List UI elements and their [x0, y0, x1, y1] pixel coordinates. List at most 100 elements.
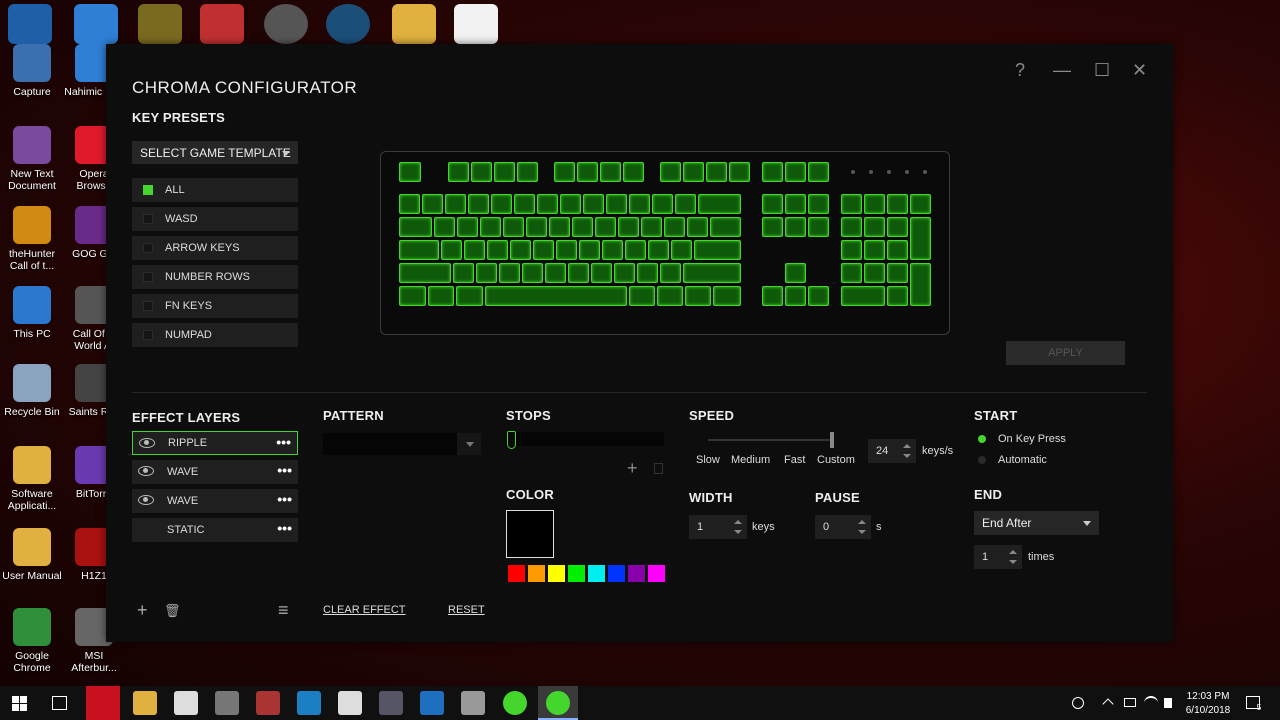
decrement-icon[interactable]	[903, 454, 911, 458]
keyboard-key[interactable]	[864, 240, 885, 260]
keyboard-key[interactable]	[399, 194, 420, 214]
increment-icon[interactable]	[1009, 550, 1017, 554]
apply-button[interactable]: APPLY	[1006, 341, 1125, 365]
keyboard-key[interactable]	[841, 217, 862, 237]
color-swatch[interactable]	[508, 565, 525, 582]
preset-checkbox[interactable]	[143, 301, 153, 311]
color-swatch[interactable]	[548, 565, 565, 582]
keyboard-key[interactable]	[841, 263, 862, 283]
keyboard-key[interactable]	[841, 240, 862, 260]
wifi-icon[interactable]	[1144, 696, 1158, 710]
keyboard-key[interactable]	[456, 286, 483, 306]
pause-input[interactable]: 0	[815, 515, 871, 539]
reset-link[interactable]: RESET	[448, 604, 485, 616]
keyboard-key[interactable]	[491, 194, 512, 214]
desktop-icon[interactable]: Capture	[0, 44, 64, 98]
keyboard-key[interactable]	[591, 263, 612, 283]
speed-option[interactable]: Custom	[817, 454, 855, 466]
keyboard-key[interactable]	[583, 194, 604, 214]
keyboard-key[interactable]	[545, 263, 566, 283]
delete-stop-icon[interactable]	[654, 463, 663, 474]
start-option-label[interactable]: Automatic	[998, 454, 1047, 466]
keyboard-key[interactable]	[510, 240, 531, 260]
keyboard-key[interactable]	[887, 217, 908, 237]
keyboard-key[interactable]	[522, 263, 543, 283]
desktop-icon[interactable]: Software Applicati...	[0, 446, 64, 512]
stop-handle[interactable]	[507, 431, 516, 449]
eye-icon[interactable]	[138, 495, 154, 505]
effect-layer-item[interactable]: WAVE •••	[132, 460, 298, 484]
keyboard-key[interactable]	[537, 194, 558, 214]
keyboard-key[interactable]	[698, 194, 741, 214]
width-input[interactable]: 1	[689, 515, 747, 539]
keyboard-key[interactable]	[864, 263, 885, 283]
desktop-icon-top-5[interactable]	[264, 4, 308, 44]
speed-slider-handle[interactable]	[830, 432, 834, 448]
keyboard-key[interactable]	[468, 194, 489, 214]
people-icon[interactable]	[1072, 697, 1084, 709]
game-template-dropdown[interactable]: SELECT GAME TEMPLATE	[132, 141, 298, 164]
keyboard-key[interactable]	[457, 217, 478, 237]
clear-effect-link[interactable]: CLEAR EFFECT	[323, 604, 406, 616]
help-button[interactable]: ?	[1015, 60, 1025, 81]
preset-checkbox[interactable]	[143, 243, 153, 253]
keyboard-key[interactable]	[577, 162, 598, 182]
keyboard-key[interactable]	[785, 162, 806, 182]
keyboard-key[interactable]	[694, 240, 741, 260]
keyboard-key[interactable]	[762, 217, 783, 237]
keyboard-key[interactable]	[526, 217, 547, 237]
desktop-icon[interactable]: Google Chrome	[0, 608, 64, 674]
menu-icon[interactable]: ≡	[278, 600, 289, 621]
store-icon[interactable]	[174, 691, 198, 715]
keyboard-key[interactable]	[687, 217, 708, 237]
key-preset-item[interactable]: ALL	[132, 178, 298, 202]
key-preset-item[interactable]: ARROW KEYS	[132, 236, 298, 260]
keyboard-key[interactable]	[629, 286, 655, 306]
keyboard-key[interactable]	[785, 286, 806, 306]
desktop-icon[interactable]: This PC	[0, 286, 64, 340]
keyboard-key[interactable]	[629, 194, 650, 214]
color-swatch[interactable]	[528, 565, 545, 582]
razer-synapse-icon[interactable]	[503, 691, 527, 715]
keyboard-key[interactable]	[517, 162, 538, 182]
radio-button[interactable]	[978, 456, 986, 464]
effect-layer-item[interactable]: STATIC •••	[132, 518, 298, 542]
keyboard-key[interactable]	[808, 162, 829, 182]
add-stop-button[interactable]: +	[627, 458, 638, 479]
keyboard-key[interactable]	[514, 194, 535, 214]
keyboard-key[interactable]	[785, 263, 806, 283]
battery-icon[interactable]	[1124, 698, 1136, 707]
keyboard-key[interactable]	[910, 263, 931, 306]
keyboard-key[interactable]	[683, 263, 741, 283]
preset-checkbox[interactable]	[143, 272, 153, 282]
chevron-up-icon[interactable]	[1102, 698, 1114, 710]
clock-date[interactable]: 6/10/2018	[1178, 704, 1238, 717]
color-swatch[interactable]	[648, 565, 665, 582]
decrement-icon[interactable]	[1009, 560, 1017, 564]
color-swatch[interactable]	[588, 565, 605, 582]
desktop-icon[interactable]: New Text Document	[0, 126, 64, 192]
keyboard-key[interactable]	[399, 217, 432, 237]
keyboard-key[interactable]	[762, 194, 783, 214]
keyboard-key[interactable]	[808, 194, 829, 214]
key-preset-item[interactable]: FN KEYS	[132, 294, 298, 318]
taskbar-app-icon[interactable]	[297, 691, 321, 715]
volume-icon[interactable]	[1164, 698, 1172, 708]
speed-option[interactable]: Fast	[784, 454, 805, 466]
keyboard-key[interactable]	[657, 286, 683, 306]
keyboard-key[interactable]	[476, 263, 497, 283]
more-options-icon[interactable]: •••	[276, 434, 291, 450]
desktop-icon[interactable]: Recycle Bin	[0, 364, 64, 418]
more-options-icon[interactable]: •••	[277, 491, 292, 507]
keyboard-key[interactable]	[685, 286, 711, 306]
keyboard-key[interactable]	[910, 194, 931, 214]
keyboard-key[interactable]	[487, 240, 508, 260]
keyboard-key[interactable]	[428, 286, 454, 306]
effect-layer-item[interactable]: RIPPLE •••	[132, 431, 298, 455]
keyboard-key[interactable]	[494, 162, 515, 182]
desktop-icon-top-3[interactable]	[138, 4, 182, 44]
keyboard-key[interactable]	[887, 286, 908, 306]
minimize-button[interactable]: —	[1053, 60, 1071, 81]
keyboard-key[interactable]	[572, 217, 593, 237]
keyboard-key[interactable]	[887, 240, 908, 260]
